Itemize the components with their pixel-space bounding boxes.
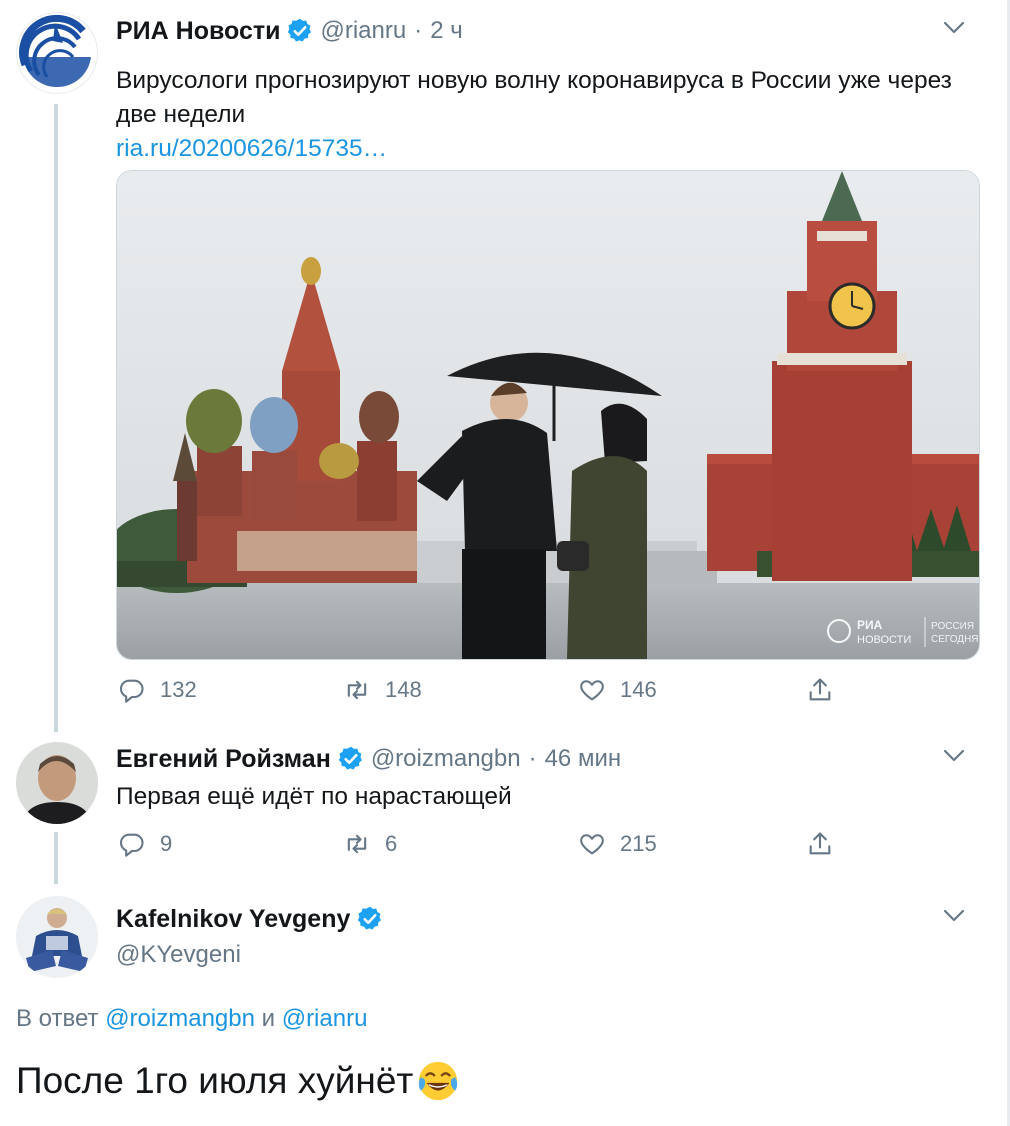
tweet-ria[interactable]: РИА Новости @rianru · 2 ч Вирусологи про… xyxy=(0,0,1006,730)
reply-button[interactable]: 132 xyxy=(118,676,197,704)
tweet-body: РИА Новости @rianru · 2 ч Вирусологи про… xyxy=(116,14,966,166)
tweet-text: Вирусологи прогнозируют новую волну коро… xyxy=(116,67,952,128)
retweet-count: 6 xyxy=(385,831,398,856)
verified-badge-icon xyxy=(358,906,382,930)
author-handle[interactable]: @roizmangbn xyxy=(371,745,521,773)
share-icon xyxy=(809,832,831,855)
reply-icon xyxy=(119,833,144,857)
tweet-photo[interactable]: РИА НОВОСТИ РОССИЯ СЕГОДНЯ xyxy=(116,170,980,660)
author-name[interactable]: Kafelnikov Yevgeny xyxy=(116,905,350,934)
tweet-roizman[interactable]: Евгений Ройзман @roizmangbn · 46 мин Пер… xyxy=(0,730,1006,890)
share-button[interactable] xyxy=(806,676,848,704)
separator-dot: · xyxy=(528,745,537,772)
verified-badge-icon xyxy=(338,746,362,770)
author-name[interactable]: Евгений Ройзман xyxy=(116,745,331,774)
reply-button[interactable]: 9 xyxy=(118,830,172,858)
chevron-down-icon[interactable] xyxy=(942,20,966,36)
watermark-ria: РИА xyxy=(857,618,883,632)
retweet-button[interactable]: 6 xyxy=(343,830,397,858)
chevron-down-icon[interactable] xyxy=(942,748,966,764)
watermark-novosti: НОВОСТИ xyxy=(857,634,911,646)
tweet-text: Первая ещё идёт по нарастающей xyxy=(116,783,512,810)
tweet-timestamp[interactable]: 46 мин xyxy=(545,745,622,773)
like-button[interactable]: 146 xyxy=(578,676,657,704)
tweet-link[interactable]: ria.ru/20200626/15735… xyxy=(116,132,966,166)
retweet-icon xyxy=(347,680,367,700)
heart-icon xyxy=(580,680,604,701)
retweet-count: 148 xyxy=(385,677,422,702)
mention-roizmangbn[interactable]: @roizmangbn xyxy=(105,1005,255,1032)
avatar-photo xyxy=(16,742,98,824)
separator-dot: · xyxy=(414,17,423,44)
share-icon xyxy=(809,678,831,701)
tweet-timestamp[interactable]: 2 ч xyxy=(430,17,463,45)
reply-icon xyxy=(119,679,144,703)
like-button[interactable]: 215 xyxy=(578,830,657,858)
focused-tweet-text: После 1го июля хуйнёт xyxy=(16,1058,461,1104)
verified-badge-icon xyxy=(288,18,312,42)
tweet-header: РИА Новости @rianru · 2 ч xyxy=(116,14,966,48)
share-button[interactable] xyxy=(806,830,848,858)
replying-to: В ответ @roizmangbn и @rianru xyxy=(16,1005,367,1033)
red-square-photo: РИА НОВОСТИ РОССИЯ СЕГОДНЯ xyxy=(117,171,979,659)
ria-logo-icon xyxy=(19,14,95,91)
avatar-ria[interactable] xyxy=(16,12,98,94)
watermark-rossiya: РОССИЯ xyxy=(931,621,974,632)
tweet-body: Евгений Ройзман @roizmangbn · 46 мин Пер… xyxy=(116,742,966,814)
tweet-author-block: Kafelnikov Yevgeny @KYevgeni xyxy=(116,902,966,972)
tweet-text: После 1го июля хуйнёт xyxy=(16,1060,414,1101)
heart-icon xyxy=(580,834,604,855)
reply-count: 132 xyxy=(160,677,197,702)
chevron-down-icon[interactable] xyxy=(942,908,966,924)
tweet-header: Евгений Ройзман @roizmangbn · 46 мин xyxy=(116,742,966,776)
author-handle[interactable]: @rianru xyxy=(320,17,406,45)
author-handle[interactable]: @KYevgeni xyxy=(116,938,966,972)
tweet-header: Kafelnikov Yevgeny xyxy=(116,902,966,936)
author-name[interactable]: РИА Новости xyxy=(116,17,280,46)
like-count: 146 xyxy=(620,677,657,702)
reply-count: 9 xyxy=(160,831,173,856)
watermark-segodnya: СЕГОДНЯ xyxy=(931,634,979,645)
replying-to-prefix: В ответ xyxy=(16,1005,99,1032)
avatar-photo xyxy=(16,896,98,978)
retweet-button[interactable]: 148 xyxy=(343,676,422,704)
mention-rianru[interactable]: @rianru xyxy=(282,1005,368,1032)
avatar-kafelnikov[interactable] xyxy=(16,896,98,978)
retweet-icon xyxy=(347,834,367,854)
avatar-roizman[interactable] xyxy=(16,742,98,824)
tears-of-joy-emoji-icon xyxy=(419,1061,458,1101)
like-count: 215 xyxy=(620,831,657,856)
replying-to-and: и xyxy=(261,1005,276,1032)
